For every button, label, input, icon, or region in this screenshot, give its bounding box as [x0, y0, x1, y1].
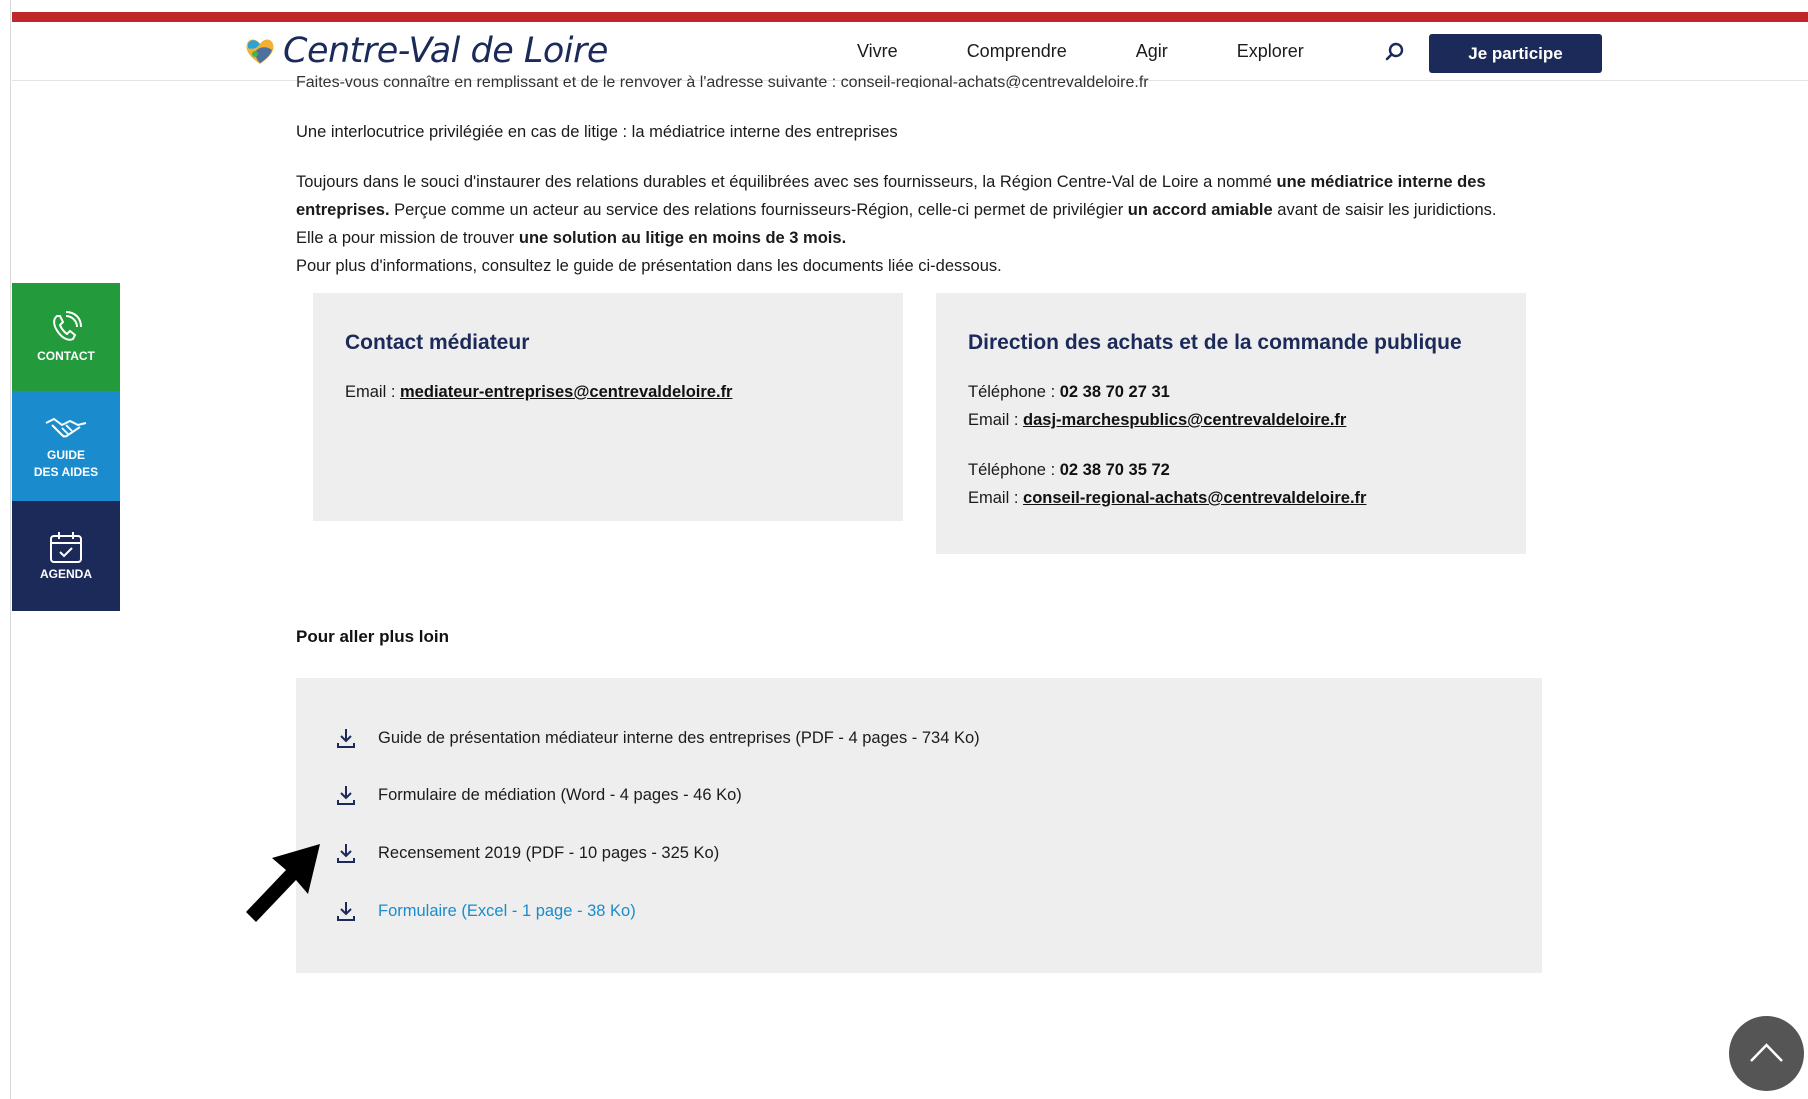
- phone-icon: [53, 310, 82, 341]
- handshake-icon: [45, 417, 87, 438]
- mediation-paragraph: Toujours dans le souci d'instaurer des r…: [296, 168, 1536, 280]
- box-title: Contact médiateur: [345, 331, 530, 354]
- phone-label: Téléphone :: [968, 461, 1060, 479]
- logo-text: Centre-Val de Loire: [283, 31, 608, 71]
- text-segment: Perçue comme un acteur au service des re…: [389, 201, 1128, 219]
- phone-number: 02 38 70 35 72: [1059, 461, 1170, 479]
- site-logo[interactable]: Centre-Val de Loire: [243, 30, 608, 72]
- side-widgets: CONTACT GUIDE DES AIDES AGENDA: [12, 283, 120, 611]
- side-guide-label-line2: DES AIDES: [33, 465, 99, 479]
- download-icon: [337, 729, 355, 748]
- page: Centre-Val de Loire Vivre Comprendre Agi…: [0, 0, 1808, 1099]
- download-item[interactable]: Formulaire de médiation (Word - 4 pages …: [334, 781, 742, 809]
- nav-comprendre[interactable]: Comprendre: [967, 41, 1067, 62]
- section-title: Pour aller plus loin: [296, 627, 450, 646]
- side-agenda-label: AGENDA: [39, 566, 92, 581]
- downloads-panel: Guide de présentation médiateur interne …: [296, 678, 1542, 973]
- contact-mediateur-box: Contact médiateur Email : mediateur-entr…: [313, 293, 903, 521]
- email-label: Email :: [345, 383, 401, 401]
- download-icon: [337, 786, 355, 805]
- header-top-bar: [12, 12, 1808, 22]
- direction-achats-box: Direction des achats et de la commande p…: [936, 293, 1526, 554]
- side-guide-label: GUIDE DES AIDES: [34, 447, 98, 481]
- text-segment: Elle a pour mission de trouver: [296, 229, 519, 247]
- achats-email-link[interactable]: conseil-regional-achats@centrevaldeloire…: [1023, 489, 1366, 507]
- email-label: Email :: [968, 489, 1024, 507]
- text-segment: Pour plus d'informations, consultez le g…: [296, 257, 1002, 275]
- box-title: Direction des achats et de la commande p…: [968, 331, 1462, 354]
- site-header: Centre-Val de Loire Vivre Comprendre Agi…: [12, 22, 1808, 81]
- phone-label: Téléphone :: [968, 383, 1060, 401]
- nav-vivre[interactable]: Vivre: [857, 41, 898, 62]
- email-line: Email : dasj-marchespublics@centrevaldel…: [968, 411, 1346, 430]
- nav-agir[interactable]: Agir: [1136, 41, 1168, 62]
- side-contact-button[interactable]: CONTACT: [12, 283, 120, 391]
- download-icon: [337, 902, 355, 921]
- download-item[interactable]: Formulaire (Excel - 1 page - 38 Ko): [334, 897, 636, 925]
- phone-number: 02 38 70 27 31: [1059, 383, 1170, 401]
- email-label: Email :: [968, 411, 1024, 429]
- text-bold: une solution au litige en moins de 3 moi…: [518, 229, 847, 247]
- side-guide-label-line1: GUIDE: [46, 448, 85, 462]
- je-participe-button[interactable]: Je participe: [1429, 34, 1602, 73]
- phone-line: Téléphone : 02 38 70 35 72: [968, 461, 1170, 480]
- text-segment: avant de saisir les juridictions.: [1272, 201, 1497, 219]
- mouse-cursor-arrow-icon: [246, 844, 320, 922]
- download-label: Guide de présentation médiateur interne …: [378, 728, 980, 747]
- calendar-icon: [50, 531, 82, 563]
- scroll-to-top-button[interactable]: [1729, 1016, 1804, 1091]
- chevron-up-icon: [1750, 1043, 1783, 1062]
- logo-heart-icon: [246, 39, 274, 64]
- clipped-paragraph: Faites-vous connaître en remplissant et …: [296, 74, 1149, 88]
- mediateur-email-link[interactable]: mediateur-entreprises@centrevaldeloire.f…: [400, 383, 732, 401]
- side-contact-label: CONTACT: [37, 348, 95, 363]
- download-label: Formulaire de médiation (Word - 4 pages …: [378, 785, 742, 804]
- search-icon[interactable]: [1383, 40, 1407, 64]
- download-label: Recensement 2019 (PDF - 10 pages - 325 K…: [378, 843, 720, 862]
- nav-explorer[interactable]: Explorer: [1237, 41, 1304, 62]
- download-icon: [337, 844, 355, 863]
- side-agenda-button[interactable]: AGENDA: [12, 501, 120, 611]
- window-edge: [10, 0, 11, 1099]
- download-item[interactable]: Guide de présentation médiateur interne …: [334, 724, 980, 752]
- download-label: Formulaire (Excel - 1 page - 38 Ko): [378, 901, 636, 920]
- download-item[interactable]: Recensement 2019 (PDF - 10 pages - 325 K…: [334, 839, 719, 867]
- text-bold: un accord amiable: [1127, 201, 1273, 219]
- email-line: Email : mediateur-entreprises@centrevald…: [345, 383, 732, 402]
- side-guide-button[interactable]: GUIDE DES AIDES: [12, 391, 120, 501]
- email-line: Email : conseil-regional-achats@centreva…: [968, 489, 1366, 508]
- dasj-email-link[interactable]: dasj-marchespublics@centrevaldeloire.fr: [1023, 411, 1346, 429]
- text-segment: Toujours dans le souci d'instaurer des r…: [296, 173, 1277, 191]
- main-nav: Vivre Comprendre Agir Explorer: [857, 22, 1373, 80]
- intro-paragraph: Une interlocutrice privilégiée en cas de…: [296, 123, 898, 141]
- phone-line: Téléphone : 02 38 70 27 31: [968, 383, 1170, 402]
